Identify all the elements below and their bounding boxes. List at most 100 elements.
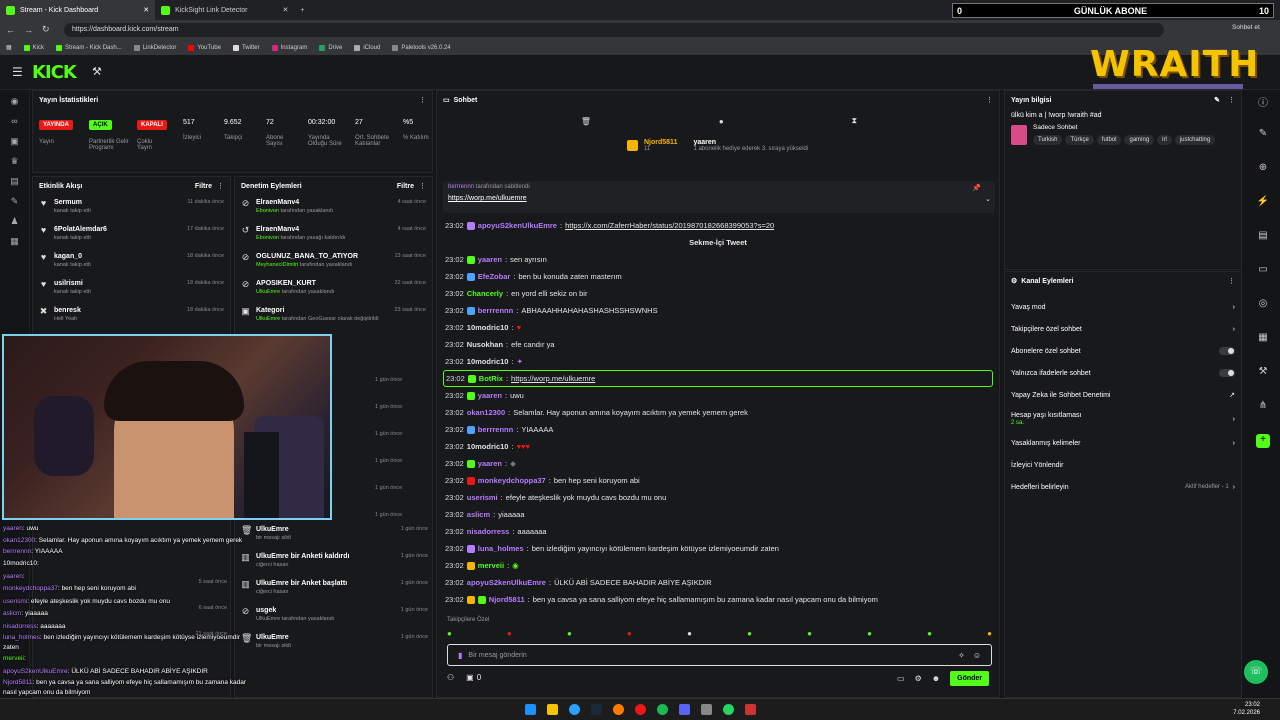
broadcast-icon[interactable]: ◎ — [1256, 298, 1270, 312]
points-icon[interactable]: ▣ — [466, 673, 474, 682]
chat-message[interactable]: 23:02 10modric10: ♥ — [437, 319, 999, 336]
crosshair-icon[interactable]: ⊕ — [1256, 162, 1270, 176]
tab-kick-dashboard[interactable]: Stream - Kick Dashboard ✕ — [0, 0, 156, 20]
bookmark-youtube[interactable]: YouTube — [188, 44, 221, 51]
bookmark-icloud[interactable]: iCloud — [354, 44, 380, 51]
category-name[interactable]: Sadece Sohbet — [1033, 124, 1218, 131]
toggle-switch[interactable] — [1219, 369, 1235, 377]
trophy-icon[interactable]: ♛ — [9, 156, 21, 168]
stream-icon[interactable]: ◉ — [9, 96, 21, 108]
action-account-age[interactable]: Hesap yaşı kısıtlaması 2 sa. › — [1005, 406, 1241, 432]
moderation-filter-button[interactable]: Filtre — [397, 183, 414, 190]
pin-icon[interactable]: ⚒ — [92, 65, 102, 78]
more-icon[interactable]: ⋮ — [986, 96, 993, 104]
tweet-embed-label[interactable]: Sekme-İçi Tweet — [437, 234, 999, 251]
chat-message[interactable]: 23:02 berrrennn: ABHAAAHHAHAHASHASHSSHSWNH… — [437, 302, 999, 319]
bookmark-drive[interactable]: Drive — [319, 44, 342, 51]
reload-icon[interactable]: ↻ — [42, 24, 50, 35]
app-icon[interactable] — [700, 704, 712, 715]
pin-icon[interactable]: 📌 — [972, 184, 981, 192]
hourglass-tab-icon[interactable]: ⧗ — [851, 116, 857, 126]
action-emote-only[interactable]: Yalnızca ifadelerle sohbet — [1005, 362, 1241, 384]
more-icon[interactable]: ⋮ — [1228, 277, 1235, 285]
chat-message[interactable]: 23:02 berrrennn: YIAAAAA — [437, 421, 999, 438]
emote-icon[interactable]: ● — [507, 629, 512, 638]
tab-kicksight[interactable]: KickSight Link Detector ✕ — [155, 0, 294, 20]
chat-message[interactable]: 23:02 Njord5811: ben ya cavsa ya sana sall… — [437, 591, 999, 608]
close-tab-icon[interactable]: ✕ — [282, 6, 288, 14]
chat-message-highlighted[interactable]: 23:02 BotRix: https://worp.me/ulkuemre — [443, 370, 993, 387]
emote-icon[interactable]: ● — [627, 629, 632, 638]
more-icon[interactable]: ⋮ — [1228, 96, 1235, 104]
wrench-icon[interactable]: ⚒ — [1256, 366, 1270, 380]
layout-icon[interactable]: ▤ — [9, 176, 21, 188]
spotify-icon[interactable] — [656, 704, 668, 715]
more-icon[interactable]: ⋮ — [419, 182, 426, 190]
file-explorer-icon[interactable] — [546, 704, 558, 715]
bookmark-paletools[interactable]: Paletools v26.0.24 — [392, 44, 451, 51]
chat-message[interactable]: 23:02 yaaren: ◆ — [437, 455, 999, 472]
chat-message[interactable]: 23:02 okan12300: Selamlar. Hay aponun amın… — [437, 404, 999, 421]
action-goals[interactable]: Hedefleri belirleyin Aktif hedefler - 1 › — [1005, 476, 1241, 498]
profile-button[interactable]: Sohbet et — [1232, 24, 1260, 31]
emote-icon[interactable]: ● — [687, 629, 692, 638]
emote-icon[interactable]: ● — [447, 629, 452, 638]
chat-settings-icon[interactable]: ▭ — [897, 674, 905, 683]
system-clock[interactable]: 23:02 7.02.2026 — [1233, 701, 1260, 717]
pencil-icon[interactable]: ✎ — [1256, 128, 1270, 142]
chat-input[interactable]: ▮ Bir mesaj gönderin ✧ ☺ — [447, 644, 992, 666]
users-icon[interactable]: ⚇ — [447, 673, 454, 682]
users-icon[interactable]: ♟ — [9, 216, 21, 228]
pinned-link[interactable]: https://worp.me/ulkuemre — [448, 195, 990, 202]
emote-icon[interactable]: ● — [927, 629, 932, 638]
action-followers-only[interactable]: Takipçilere özel sohbet › — [1005, 318, 1241, 340]
tag[interactable]: gaming — [1124, 135, 1155, 145]
trash-tab-icon[interactable]: 🗑 — [581, 117, 591, 126]
action-raid[interactable]: İzleyici Yönlendir — [1005, 454, 1241, 476]
action-ai-moderation[interactable]: Yapay Zeka ile Sohbet Denetimi ↗ — [1005, 384, 1241, 406]
chat-tab-icon[interactable]: ● — [719, 117, 724, 126]
edge-icon[interactable] — [568, 704, 580, 715]
chrome-icon[interactable] — [634, 704, 646, 715]
share-icon[interactable]: ⋔ — [1256, 400, 1270, 414]
support-chat-icon[interactable]: ☏ — [1244, 660, 1268, 684]
tools-icon[interactable]: ✎ — [9, 196, 21, 208]
apps-icon[interactable]: ▦ — [6, 44, 12, 51]
menu-icon[interactable]: ☰ — [12, 65, 23, 79]
emote-icon[interactable]: ● — [807, 629, 812, 638]
chat-message[interactable]: 23:02 yaaren: uwu — [437, 387, 999, 404]
toggle-switch[interactable] — [1219, 347, 1235, 355]
chat-message[interactable]: 23:02 apoyuS2kenUlkuEmre: https://x.com/Za… — [437, 217, 999, 234]
chat-message[interactable]: 23:02 Chancerly: en yord elli sekiz on bir — [437, 285, 999, 302]
firefox-icon[interactable] — [612, 704, 624, 715]
bookmark-linkdetector[interactable]: LinkDetector — [133, 44, 176, 51]
message-icon[interactable]: ▭ — [1256, 264, 1270, 278]
bookmark-twitter[interactable]: Twitter — [232, 44, 260, 51]
emote-icon[interactable]: ● — [747, 629, 752, 638]
activity-filter-button[interactable]: Filtre — [195, 183, 212, 190]
emote-icon[interactable]: ● — [987, 629, 992, 638]
tag[interactable]: Türkçe — [1065, 135, 1094, 145]
chat-message[interactable]: 23:02 EfeZobar: ben bu konuda zaten master… — [437, 268, 999, 285]
action-banned-words[interactable]: Yasaklanmış kelimeler › — [1005, 432, 1241, 454]
tag[interactable]: futbol — [1096, 135, 1122, 145]
bolt-icon[interactable]: ⚡ — [1256, 196, 1270, 210]
bookmark-kick[interactable]: Kick — [23, 44, 44, 51]
bookmark-instagram[interactable]: Instagram — [271, 44, 307, 51]
url-input[interactable]: https://dashboard.kick.com/stream — [64, 23, 1164, 37]
info-icon[interactable]: ⓘ — [1256, 94, 1270, 109]
chat-message[interactable]: 23:02 10modric10: ♥♥♥ — [437, 438, 999, 455]
chat-message[interactable]: 23:02 Nusokhan: efe candır ya — [437, 336, 999, 353]
chat-message[interactable]: 23:02 merveii: ◉ — [437, 557, 999, 574]
edit-icon[interactable]: ✎ — [1214, 96, 1220, 104]
steam-icon[interactable] — [590, 704, 602, 715]
magic-icon[interactable]: ✧ — [958, 651, 965, 660]
gear-icon[interactable]: ⚙ — [915, 674, 922, 683]
link-icon[interactable]: ∞ — [9, 116, 21, 128]
chat-message[interactable]: 23:02 aslicm: yiaaaaa — [437, 506, 999, 523]
send-button[interactable]: Gönder — [950, 671, 990, 686]
add-widget-icon[interactable]: + — [1256, 434, 1270, 448]
chat-message[interactable]: 23:02 monkeydchoppa37: ben hep seni koruyo… — [437, 472, 999, 489]
obs-icon[interactable] — [744, 704, 756, 715]
close-tab-icon[interactable]: ✕ — [143, 6, 149, 14]
